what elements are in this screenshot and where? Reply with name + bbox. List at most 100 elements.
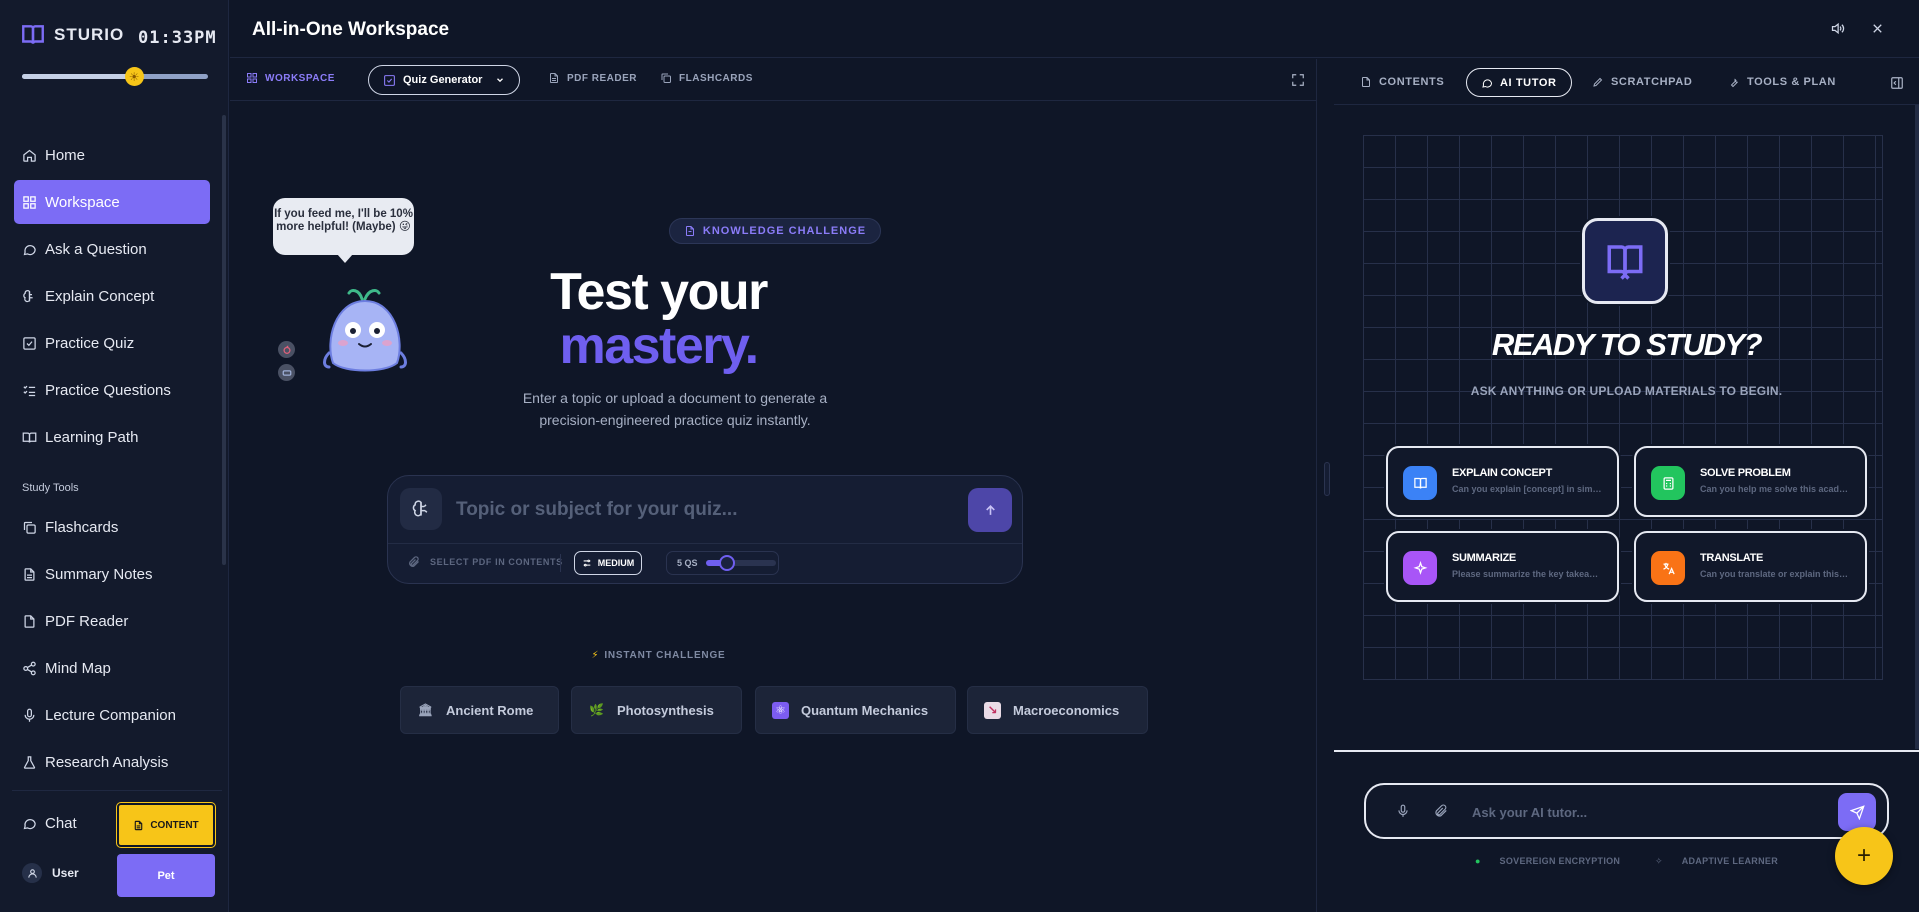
chip-label: Quantum Mechanics <box>801 702 929 718</box>
grid-icon <box>23 195 36 209</box>
sidebar-item-pdf-reader[interactable]: PDF Reader <box>14 599 210 643</box>
avatar <box>22 863 42 883</box>
tutor-chat-box <box>1364 783 1889 839</box>
tool-selector-dropdown[interactable]: Quiz Generator <box>368 65 520 95</box>
file-icon <box>685 226 694 236</box>
tutor-chat-input[interactable] <box>1472 802 1812 822</box>
pet-button[interactable]: Pet <box>117 854 215 897</box>
tab-pdf-reader[interactable]: PDF READER <box>548 72 637 84</box>
sidebar-scrollbar[interactable] <box>222 115 226 565</box>
sidebar-item-learning-path[interactable]: Learning Path <box>14 415 210 459</box>
question-count-slider[interactable] <box>705 555 776 571</box>
sidebar-item-explain-concept[interactable]: Explain Concept <box>14 274 210 318</box>
divider <box>388 543 1022 544</box>
sidebar-item-home[interactable]: Home <box>14 133 210 177</box>
ai-tutor-panel: CONTENTS AI TUTOR SCRATCHPAD TOOLS & PLA… <box>1334 59 1919 912</box>
tutor-scrollbar[interactable] <box>1915 105 1919 749</box>
file-icon <box>550 73 558 83</box>
checkbox-icon <box>23 336 36 350</box>
tab-scratchpad[interactable]: SCRATCHPAD <box>1592 76 1692 88</box>
tab-ai-tutor[interactable]: AI TUTOR <box>1466 68 1572 97</box>
chip-macroeconomics[interactable]: ↘ Macroeconomics <box>967 686 1148 734</box>
study-tools-nav: Flashcards Summary Notes PDF Reader Mind… <box>14 505 210 787</box>
quick-action-desc: Can you translate or explain this text? <box>1700 569 1850 579</box>
sidebar-item-lecture-companion[interactable]: Lecture Companion <box>14 693 210 737</box>
tutor-subtitle: ASK ANYTHING OR UPLOAD MATERIALS TO BEGI… <box>1470 384 1783 398</box>
mic-icon <box>24 708 35 722</box>
sidebar-item-flashcards[interactable]: Flashcards <box>14 505 210 549</box>
panel-resize-handle[interactable] <box>1324 462 1330 496</box>
paperclip-icon[interactable] <box>1434 804 1448 818</box>
book-logo-icon <box>22 25 44 44</box>
collapse-panel-icon[interactable] <box>1890 76 1904 90</box>
sidebar-item-workspace[interactable]: Workspace <box>14 180 210 224</box>
quick-action-title: SUMMARIZE <box>1452 552 1516 564</box>
difficulty-button[interactable]: MEDIUM <box>574 551 642 575</box>
quick-action-solve-problem[interactable]: SOLVE PROBLEM Can you help me solve this… <box>1634 446 1867 517</box>
sidebar-item-ask-question[interactable]: Ask a Question <box>14 227 210 271</box>
chip-photosynthesis[interactable]: 🌿 Photosynthesis <box>571 686 742 734</box>
expand-icon[interactable] <box>1291 73 1305 87</box>
home-icon <box>23 149 36 162</box>
chip-quantum-mechanics[interactable]: ⚛ Quantum Mechanics <box>755 686 956 734</box>
sidebar-item-label: Practice Questions <box>45 381 171 399</box>
quick-action-translate[interactable]: TRANSLATE Can you translate or explain t… <box>1634 531 1867 602</box>
sidebar-item-practice-quiz[interactable]: Practice Quiz <box>14 321 210 365</box>
book-open-icon <box>22 432 37 443</box>
quick-action-desc: Please summarize the key takeaways. <box>1452 569 1602 579</box>
user-icon <box>27 868 37 878</box>
sidebar-item-mind-map[interactable]: Mind Map <box>14 646 210 690</box>
user-profile[interactable]: User <box>22 863 79 883</box>
tab-contents[interactable]: CONTENTS <box>1360 76 1444 88</box>
chat-link[interactable]: Chat <box>22 815 77 832</box>
study-tools-heading: Study Tools <box>22 482 79 494</box>
mic-icon[interactable] <box>1396 804 1410 818</box>
select-pdf-button[interactable]: SELECT PDF IN CONTENTS <box>408 556 563 568</box>
chat-bubble-icon <box>1482 78 1493 88</box>
adaptive-label: ADAPTIVE LEARNER <box>1681 856 1778 866</box>
content-button[interactable]: CONTENT <box>116 802 216 848</box>
sidebar-item-label: Learning Path <box>45 428 139 446</box>
tab-workspace[interactable]: WORKSPACE <box>246 72 335 84</box>
divider <box>560 554 561 572</box>
chat-bubble-icon <box>23 818 36 830</box>
quick-action-explain-concept[interactable]: EXPLAIN CONCEPT Can you explain [concept… <box>1386 446 1619 517</box>
status-dot-icon: ● <box>1474 856 1484 866</box>
send-message-button[interactable] <box>1838 793 1876 831</box>
tab-tools-plan[interactable]: TOOLS & PLAN <box>1728 76 1836 88</box>
content-button-label: CONTENT <box>150 819 199 831</box>
close-icon[interactable] <box>1870 21 1885 36</box>
sidebar-item-summary-notes[interactable]: Summary Notes <box>14 552 210 596</box>
sidebar-item-practice-questions[interactable]: Practice Questions <box>14 368 210 412</box>
question-count-thumb[interactable] <box>718 555 735 571</box>
time-of-day-slider[interactable]: ☀ <box>22 67 208 86</box>
adaptive-tag: ✧ ADAPTIVE LEARNER <box>1647 856 1786 866</box>
add-fab-button[interactable]: + <box>1835 827 1893 885</box>
time-slider-fill <box>22 74 134 79</box>
knowledge-challenge-badge: KNOWLEDGE CHALLENGE <box>669 218 881 244</box>
chip-ancient-rome[interactable]: 🏛 Ancient Rome <box>400 686 559 734</box>
paperclip-icon <box>409 556 419 567</box>
hero-subtitle: Enter a topic or upload a document to ge… <box>522 390 828 428</box>
quiz-mode-button[interactable] <box>400 488 442 530</box>
checkbox-icon <box>384 74 395 86</box>
brand[interactable]: STURIO <box>20 22 124 48</box>
sidebar: STURIO 01:33PM ☀ Home Workspace Ask a Qu… <box>0 0 229 912</box>
quick-action-title: TRANSLATE <box>1700 552 1764 564</box>
volume-icon[interactable] <box>1830 21 1845 36</box>
quick-action-summarize[interactable]: SUMMARIZE Please summarize the key takea… <box>1386 531 1619 602</box>
sun-icon[interactable]: ☀ <box>124 67 144 86</box>
sidebar-item-research-analysis[interactable]: Research Analysis <box>14 740 210 784</box>
quiz-topic-input[interactable] <box>456 497 956 523</box>
temple-icon: 🏛 <box>417 703 434 717</box>
tab-label: WORKSPACE <box>265 72 335 84</box>
generate-quiz-button[interactable] <box>968 488 1012 532</box>
encryption-tag: ● SOVEREIGN ENCRYPTION <box>1467 856 1628 866</box>
encryption-label: SOVEREIGN ENCRYPTION <box>1499 856 1621 866</box>
badge-label: KNOWLEDGE CHALLENGE <box>702 225 867 237</box>
book-icon <box>1403 466 1437 500</box>
grid-icon <box>247 73 257 83</box>
brain-icon <box>23 289 33 302</box>
tab-label: AI TUTOR <box>1500 76 1557 89</box>
tab-flashcards[interactable]: FLASHCARDS <box>660 72 753 84</box>
